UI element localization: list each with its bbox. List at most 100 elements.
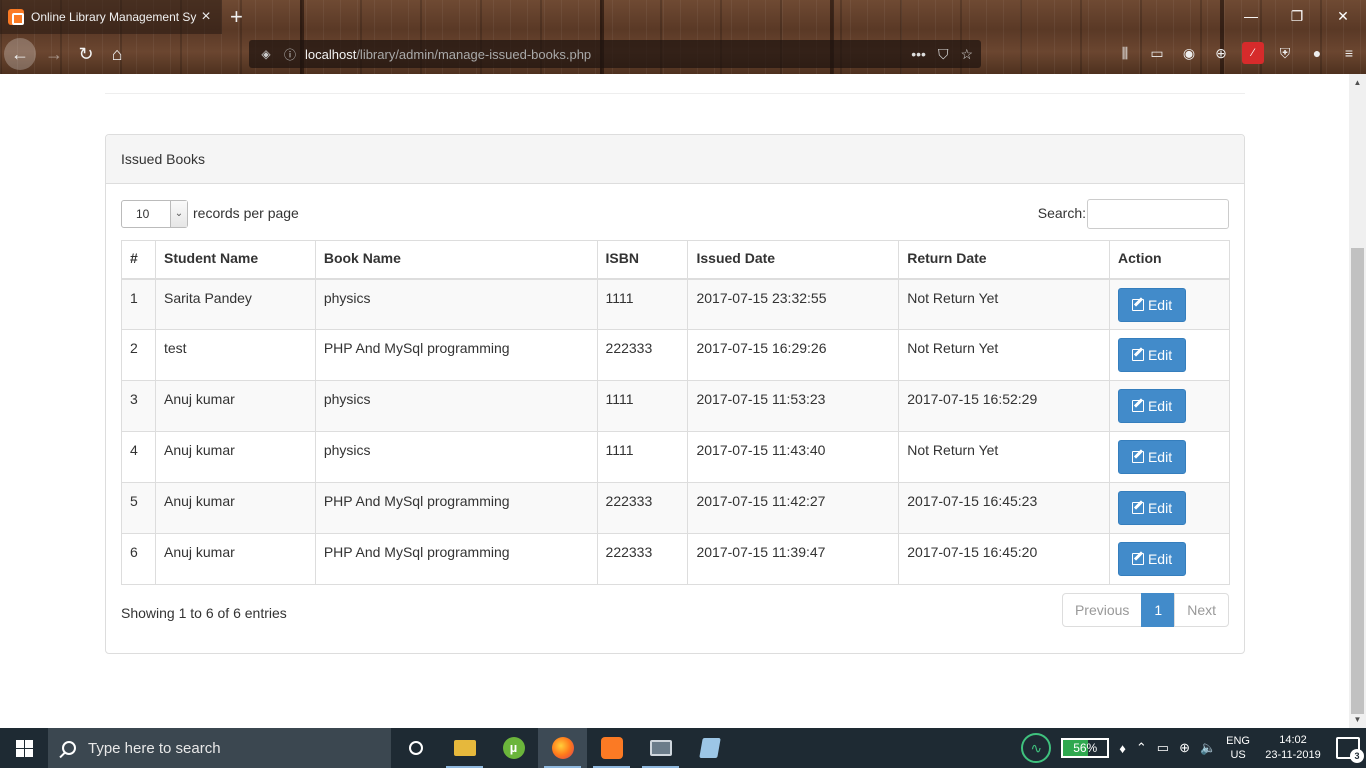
file-explorer-icon[interactable] xyxy=(440,728,489,768)
edit-icon xyxy=(1131,400,1144,412)
scrollbar-thumb[interactable] xyxy=(1351,248,1364,714)
library-icon[interactable]: ⫼ xyxy=(1114,42,1136,64)
cell-number: 5 xyxy=(121,482,156,534)
panel-heading: Issued Books xyxy=(106,135,1244,184)
reload-icon[interactable]: ↻ xyxy=(70,38,102,70)
taskbar-search[interactable]: Type here to search xyxy=(48,728,391,768)
column-header-action[interactable]: Action xyxy=(1109,240,1230,280)
cell-return-date: 2017-07-15 16:52:29 xyxy=(898,380,1111,432)
pdf-extension-icon[interactable]: ⁄ xyxy=(1242,42,1264,64)
edit-button[interactable]: Edit xyxy=(1118,338,1187,372)
cell-number: 6 xyxy=(121,533,156,585)
column-header-return-date[interactable]: Return Date xyxy=(898,240,1111,280)
battery-indicator[interactable]: 56% xyxy=(1061,738,1110,758)
cell-return-date: Not Return Yet xyxy=(898,329,1111,381)
tracking-shield-icon[interactable]: ◈ xyxy=(257,47,275,61)
page-scrollbar[interactable]: ▲ ▼ xyxy=(1349,74,1366,728)
utorrent-icon[interactable]: µ xyxy=(489,728,538,768)
url-host: localhost xyxy=(305,46,357,62)
edit-button[interactable]: Edit xyxy=(1118,542,1187,576)
cell-number: 2 xyxy=(121,329,156,381)
scroll-down-arrow-icon[interactable]: ▼ xyxy=(1349,711,1366,728)
column-header-number[interactable]: # xyxy=(121,240,156,280)
edit-icon xyxy=(1131,298,1144,311)
new-tab-icon[interactable]: + xyxy=(230,4,243,30)
edit-button[interactable]: Edit xyxy=(1118,389,1187,423)
language-code: ENG xyxy=(1226,735,1250,747)
cell-issued-date: 2017-07-15 11:53:23 xyxy=(687,380,900,432)
start-button[interactable] xyxy=(0,728,48,768)
minimize-icon[interactable]: — xyxy=(1228,0,1274,32)
notification-count: 3 xyxy=(1350,749,1364,763)
power-icon[interactable]: ▭ xyxy=(1157,740,1169,756)
edit-button[interactable]: Edit xyxy=(1118,287,1187,322)
bookmark-star-icon[interactable]: ☆ xyxy=(960,46,973,63)
records-per-page-value: 10 xyxy=(136,207,150,221)
page-actions-icon[interactable]: ••• xyxy=(911,46,926,63)
table-row: 6 Anuj kumar PHP And MySql programming 2… xyxy=(121,533,1230,585)
firefox-icon[interactable] xyxy=(538,728,587,768)
windows-logo-icon xyxy=(15,739,33,757)
cortana-icon[interactable] xyxy=(391,728,440,768)
network-activity-icon[interactable]: ∿ xyxy=(1021,733,1052,763)
records-per-page-select[interactable]: 10 ⌄ xyxy=(121,200,188,228)
edit-button[interactable]: Edit xyxy=(1118,491,1187,525)
edit-icon xyxy=(1131,553,1144,565)
account-icon[interactable]: ◉ xyxy=(1178,42,1200,64)
cell-student-name: test xyxy=(154,329,316,381)
column-header-book-name[interactable]: Book Name xyxy=(314,240,598,280)
app-tray-icon[interactable]: ♦ xyxy=(1119,741,1126,756)
cell-isbn: 222333 xyxy=(596,329,689,381)
edit-icon xyxy=(1131,502,1144,514)
back-arrow-icon[interactable]: ← xyxy=(4,38,36,70)
cell-book-name: physics xyxy=(314,431,598,483)
close-tab-icon[interactable]: × xyxy=(198,8,214,26)
search-icon xyxy=(62,741,76,755)
scroll-up-arrow-icon[interactable]: ▲ xyxy=(1349,74,1366,91)
monitor-app-icon[interactable] xyxy=(636,728,685,768)
info-icon[interactable]: ⓘ xyxy=(281,46,299,63)
browser-tab[interactable]: Online Library Management Sy × xyxy=(0,0,222,34)
toolbar-right: ⫼ ▭ ◉ ⊕ ⁄ ⛨ ● ≡ xyxy=(1114,42,1360,64)
notification-center-icon[interactable]: 3 xyxy=(1336,737,1364,763)
pocket-icon[interactable]: ⛉ xyxy=(938,46,949,63)
search-input[interactable] xyxy=(1087,199,1229,229)
cell-action: Edit xyxy=(1109,431,1230,483)
column-header-issued-date[interactable]: Issued Date xyxy=(687,240,900,280)
menu-hamburger-icon[interactable]: ≡ xyxy=(1338,42,1360,64)
cell-return-date: Not Return Yet xyxy=(898,278,1111,330)
forward-arrow-icon[interactable]: → xyxy=(38,38,70,70)
next-page-button[interactable]: Next xyxy=(1174,593,1229,627)
cell-student-name: Sarita Pandey xyxy=(154,278,316,330)
shield-extension-icon[interactable]: ⛨ xyxy=(1274,42,1296,64)
cell-isbn: 1111 xyxy=(596,380,689,432)
address-bar[interactable]: ◈ ⓘ localhost /library/admin/manage-issu… xyxy=(249,40,981,68)
column-header-student-name[interactable]: Student Name xyxy=(154,240,316,280)
language-indicator[interactable]: ENG US xyxy=(1226,734,1250,762)
close-window-icon[interactable]: ✕ xyxy=(1320,0,1366,32)
sidebar-icon[interactable]: ▭ xyxy=(1146,42,1168,64)
edit-icon xyxy=(1131,451,1144,463)
notepad-icon[interactable] xyxy=(685,728,734,768)
cell-action: Edit xyxy=(1109,329,1230,381)
home-icon[interactable]: ⌂ xyxy=(101,38,133,70)
network-globe-icon[interactable]: ⊕ xyxy=(1179,740,1190,756)
cell-issued-date: 2017-07-15 16:29:26 xyxy=(687,329,900,381)
volume-icon[interactable]: 🔈 xyxy=(1200,740,1216,756)
restore-icon[interactable]: ❐ xyxy=(1274,0,1320,32)
column-header-isbn[interactable]: ISBN xyxy=(596,240,689,280)
adblock-icon[interactable]: ● xyxy=(1306,42,1328,64)
xampp-icon[interactable] xyxy=(587,728,636,768)
page-1-button[interactable]: 1 xyxy=(1141,593,1176,627)
cell-book-name: physics xyxy=(314,278,598,330)
globe-icon[interactable]: ⊕ xyxy=(1210,42,1232,64)
clock-date: 23-11-2019 xyxy=(1265,749,1321,761)
chevron-up-icon[interactable]: ⌃ xyxy=(1136,740,1147,756)
cell-isbn: 1111 xyxy=(596,431,689,483)
edit-label: Edit xyxy=(1147,500,1173,516)
edit-button[interactable]: Edit xyxy=(1118,440,1187,474)
clock[interactable]: 14:02 23-11-2019 xyxy=(1260,733,1326,763)
previous-page-button[interactable]: Previous xyxy=(1061,593,1143,627)
cell-student-name: Anuj kumar xyxy=(154,431,316,483)
cell-book-name: PHP And MySql programming xyxy=(314,533,598,585)
